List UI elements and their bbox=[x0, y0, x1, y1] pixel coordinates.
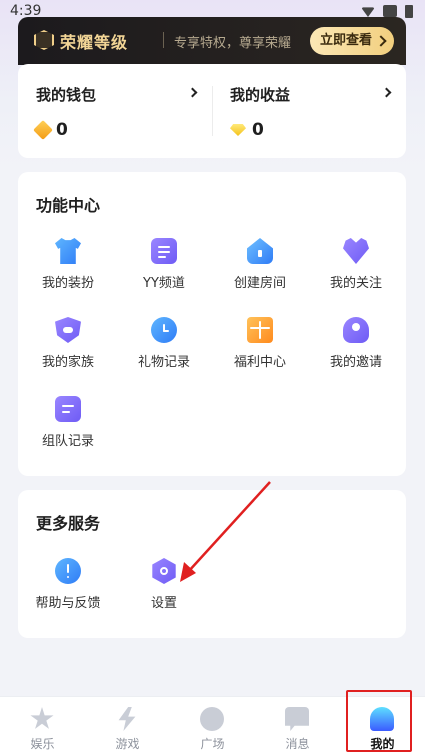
diamond-icon bbox=[33, 120, 53, 140]
grid-item-my-outfit[interactable]: 我的装扮 bbox=[20, 238, 116, 308]
grid-item-label: 礼物记录 bbox=[137, 355, 190, 370]
grid-item-settings[interactable]: 设置 bbox=[116, 558, 212, 628]
family-shield-icon bbox=[55, 317, 81, 343]
tab-entertainment[interactable]: 娱乐 bbox=[0, 697, 85, 756]
honor-level-banner[interactable]: 荣耀等级 专享特权，尊享荣耀 立即查看 bbox=[18, 17, 406, 65]
earnings-value: 0 bbox=[252, 120, 264, 140]
tab-label: 游戏 bbox=[115, 737, 140, 751]
grid-item-create-room[interactable]: 创建房间 bbox=[212, 238, 308, 308]
tab-plaza[interactable]: 广场 bbox=[170, 697, 255, 756]
grid-item-label: 帮助与反馈 bbox=[35, 596, 101, 611]
star-icon bbox=[30, 707, 54, 729]
my-earnings-entry[interactable]: 我的收益 0 bbox=[230, 84, 406, 144]
more-services-title: 更多服务 bbox=[36, 514, 101, 533]
grid-item-label: 创建房间 bbox=[233, 276, 286, 291]
shirt-icon bbox=[55, 238, 81, 264]
house-icon bbox=[247, 238, 273, 264]
grid-item-help-feedback[interactable]: 帮助与反馈 bbox=[20, 558, 116, 628]
grid-item-welfare-center[interactable]: 福利中心 bbox=[212, 317, 308, 387]
grid-item-label: YY频道 bbox=[143, 276, 185, 291]
earnings-balance: 0 bbox=[230, 120, 264, 140]
honor-brand: 荣耀等级 bbox=[60, 33, 129, 52]
grid-item-label: 我的家族 bbox=[41, 355, 94, 370]
tab-label: 消息 bbox=[285, 737, 310, 751]
gift-icon bbox=[247, 317, 273, 343]
clock-icon bbox=[151, 317, 177, 343]
grid-item-label: 我的邀请 bbox=[329, 355, 382, 370]
grid-item-gift-records[interactable]: 礼物记录 bbox=[116, 317, 212, 387]
grid-item-label: 我的装扮 bbox=[41, 276, 94, 291]
tab-label: 娱乐 bbox=[30, 737, 55, 751]
grid-item-my-follows[interactable]: 我的关注 bbox=[308, 238, 404, 308]
gem-icon bbox=[230, 124, 246, 136]
message-icon bbox=[285, 707, 309, 731]
honor-slogan: 专享特权，尊享荣耀 bbox=[174, 36, 292, 51]
signal-icon bbox=[383, 5, 397, 17]
invite-person-icon bbox=[343, 317, 369, 343]
grid-item-label: 组队记录 bbox=[41, 434, 94, 449]
honor-badge-icon bbox=[34, 30, 54, 50]
grid-item-label: 福利中心 bbox=[233, 355, 286, 370]
wallet-card: 我的钱包 0 我的收益 0 bbox=[18, 64, 406, 158]
wallet-divider bbox=[212, 86, 213, 136]
settings-icon bbox=[152, 558, 176, 584]
battery-icon bbox=[405, 5, 413, 18]
my-earnings-title: 我的收益 bbox=[230, 86, 291, 104]
game-bolt-icon bbox=[118, 707, 136, 731]
banner-divider bbox=[163, 32, 164, 48]
my-wallet-entry[interactable]: 我的钱包 0 bbox=[33, 84, 212, 144]
heart-icon bbox=[343, 238, 369, 264]
more-services-card: 更多服务 帮助与反馈 设置 bbox=[18, 490, 406, 638]
grid-item-label: 设置 bbox=[150, 596, 177, 611]
tab-highlight-box bbox=[346, 690, 412, 752]
grid-item-yy-channel[interactable]: YY频道 bbox=[116, 238, 212, 308]
grid-item-label: 我的关注 bbox=[329, 276, 382, 291]
grid-item-my-family[interactable]: 我的家族 bbox=[20, 317, 116, 387]
wallet-balance: 0 bbox=[33, 120, 68, 140]
view-now-button[interactable]: 立即查看 bbox=[309, 27, 394, 55]
wallet-value: 0 bbox=[56, 120, 68, 140]
tab-label: 广场 bbox=[200, 737, 225, 751]
function-center-title: 功能中心 bbox=[36, 196, 101, 215]
channel-icon bbox=[151, 238, 177, 264]
function-center-card: 功能中心 我的装扮 YY频道 创建房间 我的关注 我的家族 礼物记录 福利中心 … bbox=[18, 172, 406, 476]
wifi-icon bbox=[361, 7, 375, 17]
compass-icon bbox=[200, 707, 224, 731]
grid-item-my-invites[interactable]: 我的邀请 bbox=[308, 317, 404, 387]
help-icon bbox=[55, 558, 81, 584]
tab-games[interactable]: 游戏 bbox=[85, 697, 170, 756]
team-record-icon bbox=[55, 396, 81, 422]
grid-item-team-records[interactable]: 组队记录 bbox=[20, 396, 116, 466]
tab-messages[interactable]: 消息 bbox=[255, 697, 340, 756]
my-wallet-title: 我的钱包 bbox=[36, 86, 97, 104]
